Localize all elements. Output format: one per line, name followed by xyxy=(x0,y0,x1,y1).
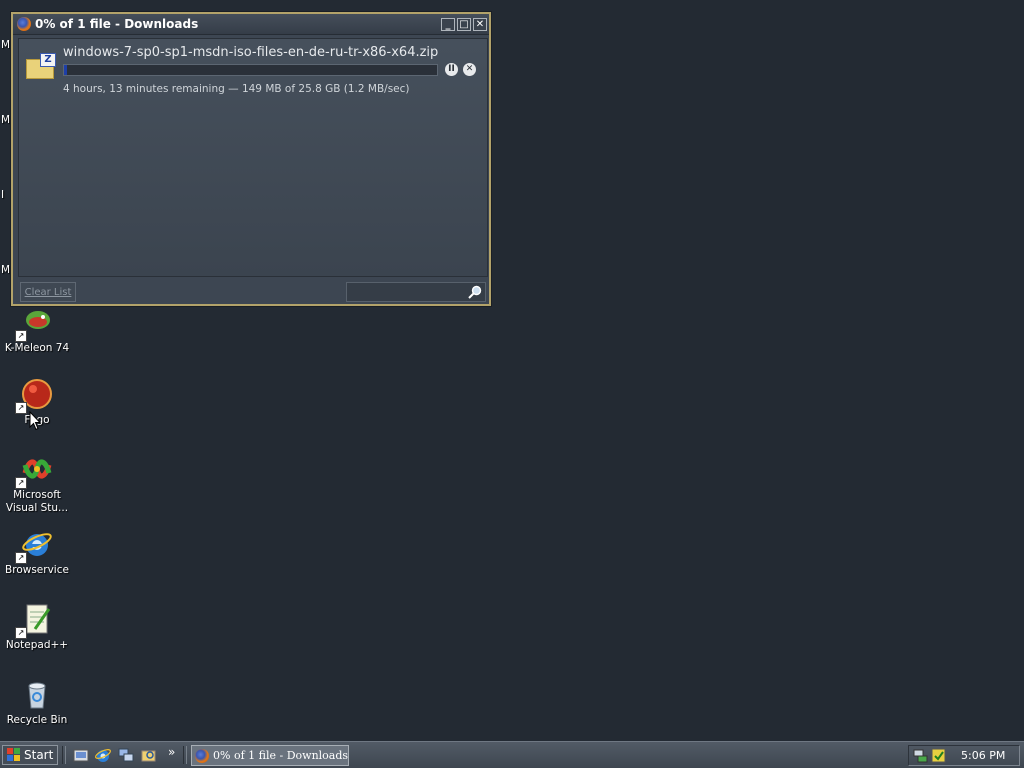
desktop-icon-label: Recycle Bin xyxy=(6,714,68,726)
explorer-icon[interactable] xyxy=(141,747,157,763)
update-tray-icon[interactable] xyxy=(931,748,946,763)
download-filename: windows-7-sp0-sp1-msdn-iso-files-en-de-r… xyxy=(63,45,439,60)
visual-studio-icon: ↗ xyxy=(15,453,53,489)
start-label: Start xyxy=(24,747,54,762)
desktop-icon-label: Notepad++ xyxy=(5,639,69,651)
desktop-icon-label: K-Meleon 74 xyxy=(4,342,70,354)
taskbar-separator xyxy=(62,746,66,764)
desktop-icon-label: Microsoft Visual Stu... xyxy=(5,489,69,514)
download-status: 4 hours, 13 minutes remaining — 149 MB o… xyxy=(63,83,410,95)
desktop-edge-label: M xyxy=(1,264,11,276)
firefox-icon xyxy=(195,748,209,763)
search-icon[interactable] xyxy=(468,285,482,299)
network-icon[interactable] xyxy=(118,747,134,763)
show-desktop-icon[interactable] xyxy=(73,747,89,763)
download-progress-fill xyxy=(64,65,67,75)
taskbar-button-label: 0% of 1 file - Downloads xyxy=(213,749,349,762)
desktop-icon-label: Browservice xyxy=(5,564,69,576)
desktop-edge-label: M xyxy=(1,39,11,51)
desktop-icon-browservice[interactable]: ↗ Browservice xyxy=(1,528,73,577)
desktop-icon-k-meleon[interactable]: ↗ K-Meleon 74 xyxy=(1,306,73,355)
window-title: 0% of 1 file - Downloads xyxy=(35,17,199,31)
desktop-edge-label: I xyxy=(1,189,5,201)
cancel-download-button[interactable]: ✕ xyxy=(463,63,476,76)
fogo-icon: ↗ xyxy=(15,378,53,414)
download-item[interactable]: Z windows-7-sp0-sp1-msdn-iso-files-en-de… xyxy=(19,39,487,101)
desktop-icon-recycle-bin[interactable]: Recycle Bin xyxy=(1,678,73,727)
downloads-window: 0% of 1 file - Downloads _ □ ✕ Z windows… xyxy=(11,12,491,306)
mouse-cursor-icon xyxy=(29,411,41,431)
search-field xyxy=(346,282,486,302)
desktop-edge-label: M xyxy=(1,114,11,126)
clear-list-button[interactable]: Clear List xyxy=(20,282,76,302)
window-titlebar[interactable]: 0% of 1 file - Downloads _ □ ✕ xyxy=(13,14,489,35)
pause-button[interactable]: II xyxy=(445,63,458,76)
recycle-bin-icon xyxy=(21,678,53,710)
ie-quicklaunch-icon[interactable] xyxy=(95,747,111,763)
windows-flag-icon xyxy=(7,748,20,761)
firefox-icon xyxy=(17,17,31,31)
taskbar-separator xyxy=(183,746,187,764)
taskbar-clock[interactable]: 5:06 PM xyxy=(961,749,1005,762)
ie-icon: ↗ xyxy=(15,528,53,564)
minimize-button[interactable]: _ xyxy=(441,17,455,31)
network-tray-icon[interactable] xyxy=(913,748,928,763)
zip-file-icon: Z xyxy=(26,53,56,79)
start-button[interactable]: Start xyxy=(2,745,58,765)
desktop-icon-notepadpp[interactable]: ↗ Notepad++ xyxy=(1,603,73,652)
downloads-bottombar: Clear List xyxy=(18,280,486,302)
search-input[interactable] xyxy=(347,283,471,301)
download-progress-bar xyxy=(63,64,438,76)
maximize-button[interactable]: □ xyxy=(457,17,471,31)
downloads-list: Z windows-7-sp0-sp1-msdn-iso-files-en-de… xyxy=(18,38,488,277)
quicklaunch-chevron[interactable]: » xyxy=(168,745,175,759)
system-tray: 5:06 PM xyxy=(908,745,1020,766)
taskbar: Start » 0% of 1 file - Downloads 5:06 PM xyxy=(0,741,1024,768)
taskbar-button-downloads[interactable]: 0% of 1 file - Downloads xyxy=(191,745,349,766)
close-button[interactable]: ✕ xyxy=(473,17,487,31)
notepadpp-icon: ↗ xyxy=(15,603,53,639)
k-meleon-icon: ↗ xyxy=(15,306,53,342)
desktop-icon-visual-studio[interactable]: ↗ Microsoft Visual Stu... xyxy=(1,453,73,515)
